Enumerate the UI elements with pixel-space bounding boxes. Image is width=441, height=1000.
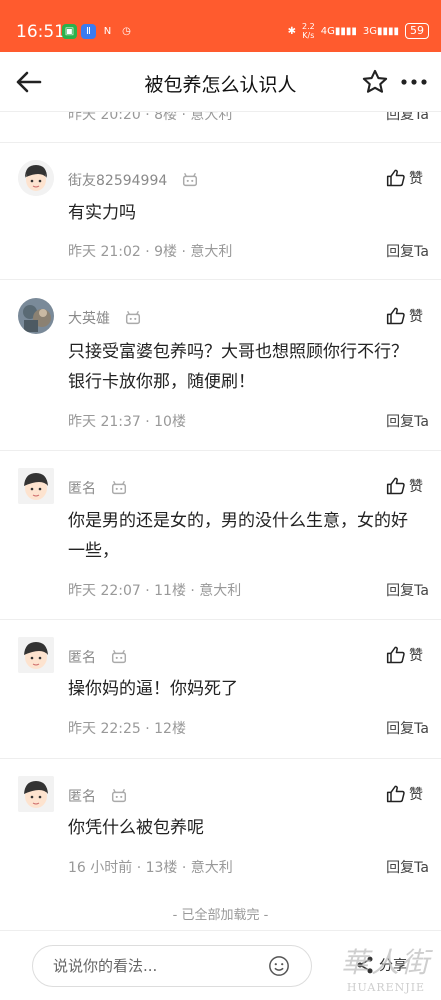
reply-button[interactable]: 回复Ta: [386, 718, 429, 738]
anonymous-avatar-icon: [18, 776, 54, 812]
thumbs-up-icon: [386, 785, 405, 803]
username[interactable]: 匿名: [68, 478, 128, 498]
thumbs-up-icon: [386, 477, 405, 495]
avatar[interactable]: [18, 160, 54, 196]
username-text: 大英雄: [68, 311, 110, 327]
username[interactable]: 街友82594994: [68, 170, 199, 190]
app-notification-icon: Ⅱ: [81, 24, 96, 39]
reply-button[interactable]: 回复Ta: [386, 241, 429, 261]
username[interactable]: 匿名: [68, 786, 128, 806]
comment-content: 有实力吗: [68, 203, 136, 223]
username-text: 匿名: [68, 650, 96, 666]
watermark-text: 華人街: [340, 946, 431, 979]
avatar[interactable]: [18, 776, 54, 812]
avatar[interactable]: [18, 298, 54, 334]
anonymous-avatar-icon: [18, 468, 54, 504]
like-button[interactable]: 赞: [386, 168, 423, 188]
network-speed: 2.2 K/s: [302, 22, 315, 40]
user-avatar-icon: [18, 160, 54, 196]
comment-partial: 昨天 20:20 · 8楼 · 意大利 回复Ta: [0, 112, 441, 142]
like-label: 赞: [409, 787, 423, 803]
comment-item: 匿名 赞 你是男的还是女的，男的没什么生意，女的好一些， 昨天 22:07 · …: [0, 451, 441, 619]
comment-meta: 昨天 21:02 · 9楼 · 意大利: [68, 244, 233, 260]
reply-button[interactable]: 回复Ta: [386, 112, 429, 124]
status-right: ✱ 2.2 K/s 4G▮▮▮▮ 3G▮▮▮▮ 59: [288, 22, 429, 40]
all-loaded-text: - 已全部加载完 -: [172, 908, 269, 923]
comment-meta: 昨天 22:25 · 12楼: [68, 721, 186, 737]
like-label: 赞: [409, 648, 423, 664]
bottom-bar: 说说你的看法... 分享 華人街 HUARENJIE: [0, 930, 441, 1000]
emoji-button[interactable]: [268, 955, 290, 977]
signal-4g: 4G▮▮▮▮: [320, 25, 357, 37]
status-app-icons: ▣ Ⅱ N ◷: [62, 24, 134, 39]
alarm-icon: ◷: [122, 26, 131, 37]
app-notification-icon: ▣: [62, 24, 77, 39]
comment-item: 匿名 赞 你凭什么被包养呢 16 小时前 · 13楼 · 意大利 回复Ta: [0, 759, 441, 895]
comment-meta: 昨天 21:37 · 10楼: [68, 414, 186, 430]
status-time: 16:51: [16, 22, 65, 42]
comment-meta: 昨天 20:20 · 8楼 · 意大利: [68, 112, 233, 123]
user-avatar-icon: [18, 298, 54, 334]
like-label: 赞: [409, 309, 423, 325]
speed-unit: K/s: [302, 31, 315, 40]
like-button[interactable]: 赞: [386, 476, 423, 496]
like-button[interactable]: 赞: [386, 645, 423, 665]
thumbs-up-icon: [386, 307, 405, 325]
like-label: 赞: [409, 479, 423, 495]
comment-meta: 昨天 22:07 · 11楼 · 意大利: [68, 583, 242, 599]
like-button[interactable]: 赞: [386, 784, 423, 804]
watermark: 華人街 HUARENJIE: [341, 941, 431, 994]
username-text: 街友82594994: [68, 173, 168, 189]
android-icon: [111, 788, 127, 803]
thumbs-up-icon: [386, 169, 405, 187]
header: 被包养怎么认识人: [0, 52, 441, 112]
username-text: 匿名: [68, 481, 96, 497]
signal-3g: 3G▮▮▮▮: [362, 25, 399, 37]
reply-button[interactable]: 回复Ta: [386, 857, 429, 877]
like-label: 赞: [409, 171, 423, 187]
signal-4g-label: 4G: [320, 25, 335, 37]
bluetooth-icon: ✱: [287, 25, 296, 37]
smiley-icon: [269, 956, 289, 976]
comment-content: 只接受富婆包养吗？大哥也想照顾你行不行？银行卡放你那，随便刷！: [68, 342, 408, 392]
comment-item: 大英雄 赞 只接受富婆包养吗？大哥也想照顾你行不行？银行卡放你那，随便刷！ 昨天…: [0, 280, 441, 450]
watermark-subtext: HUARENJIE: [346, 981, 426, 994]
username-text: 匿名: [68, 789, 96, 805]
more-button[interactable]: [399, 68, 429, 96]
avatar[interactable]: [18, 468, 54, 504]
android-icon: [111, 649, 127, 664]
reply-button[interactable]: 回复Ta: [386, 411, 429, 431]
comment-content: 你凭什么被包养呢: [68, 818, 204, 838]
android-icon: [125, 310, 141, 325]
more-dots-icon: [401, 79, 427, 85]
comment-content: 你是男的还是女的，男的没什么生意，女的好一些，: [68, 511, 408, 561]
comment-content: 操你妈的逼！你妈死了: [68, 679, 238, 699]
avatar[interactable]: [18, 637, 54, 673]
speed-value: 2.2: [301, 22, 315, 31]
username[interactable]: 匿名: [68, 647, 128, 667]
comment-item: 街友82594994 赞 有实力吗 昨天 21:02 · 9楼 · 意大利 回复…: [0, 143, 441, 279]
comment-meta: 16 小时前 · 13楼 · 意大利: [68, 860, 233, 876]
android-icon: [111, 480, 127, 495]
username[interactable]: 大英雄: [68, 308, 142, 328]
android-icon: [183, 172, 198, 187]
nfc-icon: N: [103, 26, 112, 37]
status-bar: 16:51 ▣ Ⅱ N ◷ ✱ 2.2 K/s 4G▮▮▮▮ 3G▮▮▮▮ 59: [0, 0, 441, 52]
like-button[interactable]: 赞: [386, 306, 423, 326]
anonymous-avatar-icon: [18, 637, 54, 673]
reply-button[interactable]: 回复Ta: [386, 580, 429, 600]
signal-3g-label: 3G: [362, 25, 377, 37]
thumbs-up-icon: [386, 646, 405, 664]
star-icon: [362, 69, 388, 93]
battery-indicator: 59: [405, 23, 429, 39]
comment-item: 匿名 赞 操你妈的逼！你妈死了 昨天 22:25 · 12楼 回复Ta: [0, 620, 441, 758]
favorite-button[interactable]: [361, 68, 389, 96]
